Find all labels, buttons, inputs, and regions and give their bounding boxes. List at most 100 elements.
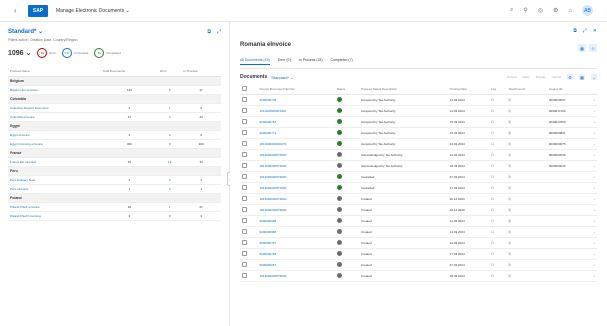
table-row[interactable]: 9000000771 Accepted by Tax Authority 15.03… [240,127,597,139]
source-doc-number[interactable]: 1813000000076000 [257,193,335,205]
row-select[interactable] [240,149,258,161]
source-doc-number[interactable]: 9000000057 [257,259,335,271]
chevron-right-icon[interactable]: › [587,105,597,117]
process-name[interactable]: Colombia eInvoice [8,112,101,122]
settings-icon[interactable]: ⚙ [553,7,558,14]
chevron-right-icon[interactable]: › [587,215,597,227]
table-row[interactable]: 9000000985 Created 14.03.2024 ☐ ⎘ › [240,215,597,227]
process-name[interactable]: Poland KSeF eInvoice [8,202,101,212]
attachment-icon[interactable]: ⎘ [506,193,547,205]
close-icon[interactable]: ✕ [593,28,597,34]
process-name[interactable]: Egypt Incoming eInvoice [8,139,101,149]
source-doc-number[interactable]: 9000000754 [257,116,335,128]
app-title[interactable]: Manage Electronic Documents ⌄ [56,8,130,14]
chevron-right-icon[interactable]: › [587,171,597,183]
row-select[interactable] [240,94,258,106]
attachment-icon[interactable]: ⎘ [506,171,547,183]
source-doc-number[interactable]: 1813000000076000 [257,149,335,161]
chevron-right-icon[interactable]: › [587,237,597,249]
source-doc-number[interactable]: 1813000000076000 [257,171,335,183]
col-process-status[interactable]: Process Status Description [358,84,448,95]
attachment-icon[interactable]: ⎘ [506,182,547,194]
table-row[interactable]: 1813000000077000 Cancelled 27.03.2024 ☐ ⎘ › [240,182,597,194]
error-count[interactable]: 0 [158,139,182,149]
table-row[interactable]: Egypt Incoming eInvoice 300 0 300 [8,139,221,149]
fullscreen-icon[interactable]: ⤢ [583,28,587,34]
table-row[interactable]: Poland KSeF Incoming 3 0 3 [8,211,221,221]
error-count[interactable]: 4 [158,112,182,122]
group-row[interactable]: Peru [8,166,221,176]
table-row[interactable]: 9000000767 Created 14.03.2024 ☐ ⎘ › [240,237,597,249]
source-doc-number[interactable]: 9000000745 [257,94,335,106]
col-in-process[interactable]: In Process [181,66,221,77]
row-select[interactable] [240,259,258,271]
sap-logo[interactable]: SAP [28,4,48,17]
process-name[interactable]: Belgium EU eInvoice [8,85,101,95]
table-row[interactable]: 1813000000076000 Acknowledged by Tax Auth… [240,160,597,172]
table-row[interactable]: Colombia Support Document 1 1 0 [8,103,221,113]
chevron-right-icon[interactable]: › [587,127,597,139]
total-count[interactable]: 1096 ⌄ [8,49,31,57]
source-doc-number[interactable]: 9000000767 [257,237,335,249]
col-log[interactable]: Log [488,84,507,95]
bell-icon[interactable]: ⌂ [568,8,572,14]
row-select[interactable] [240,237,258,249]
attachment-icon[interactable]: ⎘ [506,116,547,128]
error-count[interactable]: 5 [158,85,182,95]
error-count[interactable]: 1 [158,202,182,212]
row-select[interactable] [240,127,258,139]
chevron-right-icon[interactable]: › [587,248,597,260]
kpi-inprocess[interactable]: 417 In Process [62,48,88,58]
table-row[interactable]: Poland KSeF eInvoice 22 1 21 [8,202,221,212]
checkbox[interactable] [242,218,247,223]
attachment-icon[interactable]: ⎘ [506,149,547,161]
group-row[interactable]: France [8,148,221,158]
row-select[interactable] [240,215,258,227]
attachment-icon[interactable]: ⎘ [506,94,547,106]
log-icon[interactable]: ☐ [488,160,507,172]
row-select[interactable] [240,193,258,205]
kpi-completed[interactable]: 40 Completed [94,48,121,58]
table-row[interactable]: Peru eInvoice 1 0 1 [8,184,221,194]
checkbox[interactable] [242,196,247,201]
checkbox[interactable] [242,130,247,135]
source-doc-number[interactable]: 1813000000077000 [257,182,335,194]
source-doc-number[interactable]: 9000000985 [257,215,335,227]
row-select[interactable] [240,204,258,216]
checkbox[interactable] [242,163,247,168]
process-name[interactable]: Peru Delivery Note [8,175,101,185]
log-icon[interactable]: ☐ [488,149,507,161]
table-row[interactable]: 9000000768 Created 27.03.2024 ☐ ⎘ › [240,248,597,260]
table-row[interactable]: 1813000000076000 Created 20.12.2023 ☐ ⎘ › [240,204,597,216]
checkbox[interactable] [242,97,247,102]
row-select[interactable] [240,270,258,282]
grid-icon[interactable]: ▦ [578,44,586,52]
group-row[interactable]: Belgium [8,76,221,86]
attachment-icon[interactable]: ⎘ [506,270,547,282]
checkbox[interactable] [242,119,247,124]
tab-in-process[interactable]: In Process (15) [299,58,323,65]
variant-selector[interactable]: Standard* ⌄ [8,28,43,35]
log-icon[interactable]: ☐ [488,248,507,260]
process-name[interactable]: France EU eInvoice [8,157,101,167]
chevron-right-icon[interactable]: › [587,138,597,150]
checkbox[interactable] [242,262,247,267]
error-count[interactable]: 12 [158,157,182,167]
table-variant[interactable]: Standard* ⌄ [271,75,293,80]
kpi-error[interactable]: 15 Error [37,48,56,58]
col-source-doc[interactable]: Source Document Number [257,84,335,95]
group-row[interactable]: Egypt [8,121,221,131]
process-name[interactable]: Peru eInvoice [8,184,101,194]
tab-all[interactable]: All Documents (15) [240,58,270,65]
checkbox[interactable] [242,86,247,91]
table-row[interactable]: 1813000000076000 Cancelled 27.03.2024 ☐ ⎘ › [240,171,597,183]
log-icon[interactable]: ☐ [488,259,507,271]
chevron-right-icon[interactable]: › [587,259,597,271]
row-select[interactable] [240,138,258,150]
source-doc-number[interactable]: 1813000000076000 [257,160,335,172]
col-error[interactable]: Error [158,66,182,77]
attachment-icon[interactable]: ⎘ [506,259,547,271]
attachment-icon[interactable]: ⎘ [506,105,547,117]
col-process-name[interactable]: Process Name [8,66,101,77]
table-row[interactable]: 1813000000076000 Acknowledged by Tax Auth… [240,149,597,161]
